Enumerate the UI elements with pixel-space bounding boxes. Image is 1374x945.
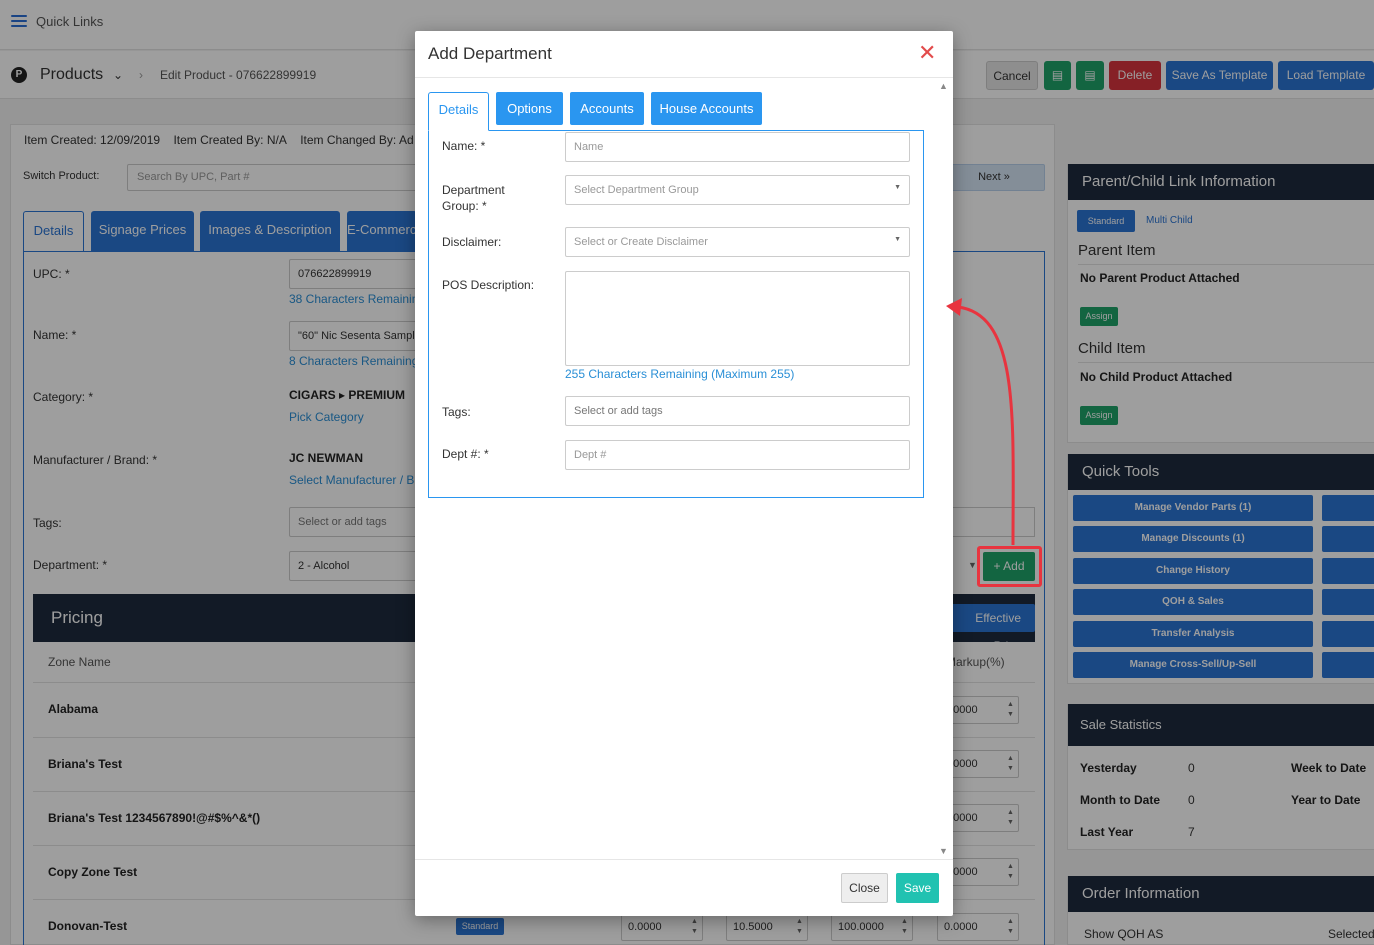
modal-tags-input[interactable]: Select or add tags [565, 396, 910, 426]
modal-tab-details[interactable]: Details [428, 92, 489, 131]
modal-title: Add Department [428, 44, 552, 63]
pos-description-label: POS Description: [442, 278, 535, 292]
modal-tags-label: Tags: [442, 405, 471, 419]
dept-name-label: Name: * [442, 139, 486, 153]
close-button[interactable]: Close [841, 873, 888, 903]
modal-tab-house-accounts[interactable]: House Accounts [651, 92, 762, 125]
pos-description-textarea[interactable] [565, 271, 910, 366]
disclaimer-select[interactable]: Select or Create Disclaimer ▼ [565, 227, 910, 257]
modal-tab-options[interactable]: Options [496, 92, 563, 125]
dept-group-select[interactable]: Select Department Group ▼ [565, 175, 910, 205]
disclaimer-placeholder: Select or Create Disclaimer [574, 236, 708, 248]
modal-tab-accounts[interactable]: Accounts [570, 92, 644, 125]
scroll-up-icon[interactable]: ▲ [939, 81, 948, 91]
divider [415, 859, 953, 860]
dept-group-label: Department Group: * [442, 183, 505, 213]
pos-description-hint: 255 Characters Remaining (Maximum 255) [565, 367, 795, 381]
dept-number-input[interactable]: Dept # [565, 440, 910, 470]
scroll-down-icon[interactable]: ▼ [939, 846, 948, 856]
disclaimer-label: Disclaimer: [442, 235, 502, 249]
close-icon[interactable]: ✕ [918, 40, 936, 66]
dept-group-placeholder: Select Department Group [574, 184, 699, 196]
dept-name-input[interactable]: Name [565, 132, 910, 162]
save-button[interactable]: Save [896, 873, 939, 903]
caret-down-icon: ▼ [894, 236, 901, 243]
dept-number-label: Dept #: * [442, 447, 489, 461]
add-button-highlight [977, 546, 1042, 587]
divider [415, 77, 953, 78]
caret-down-icon: ▼ [894, 184, 901, 191]
